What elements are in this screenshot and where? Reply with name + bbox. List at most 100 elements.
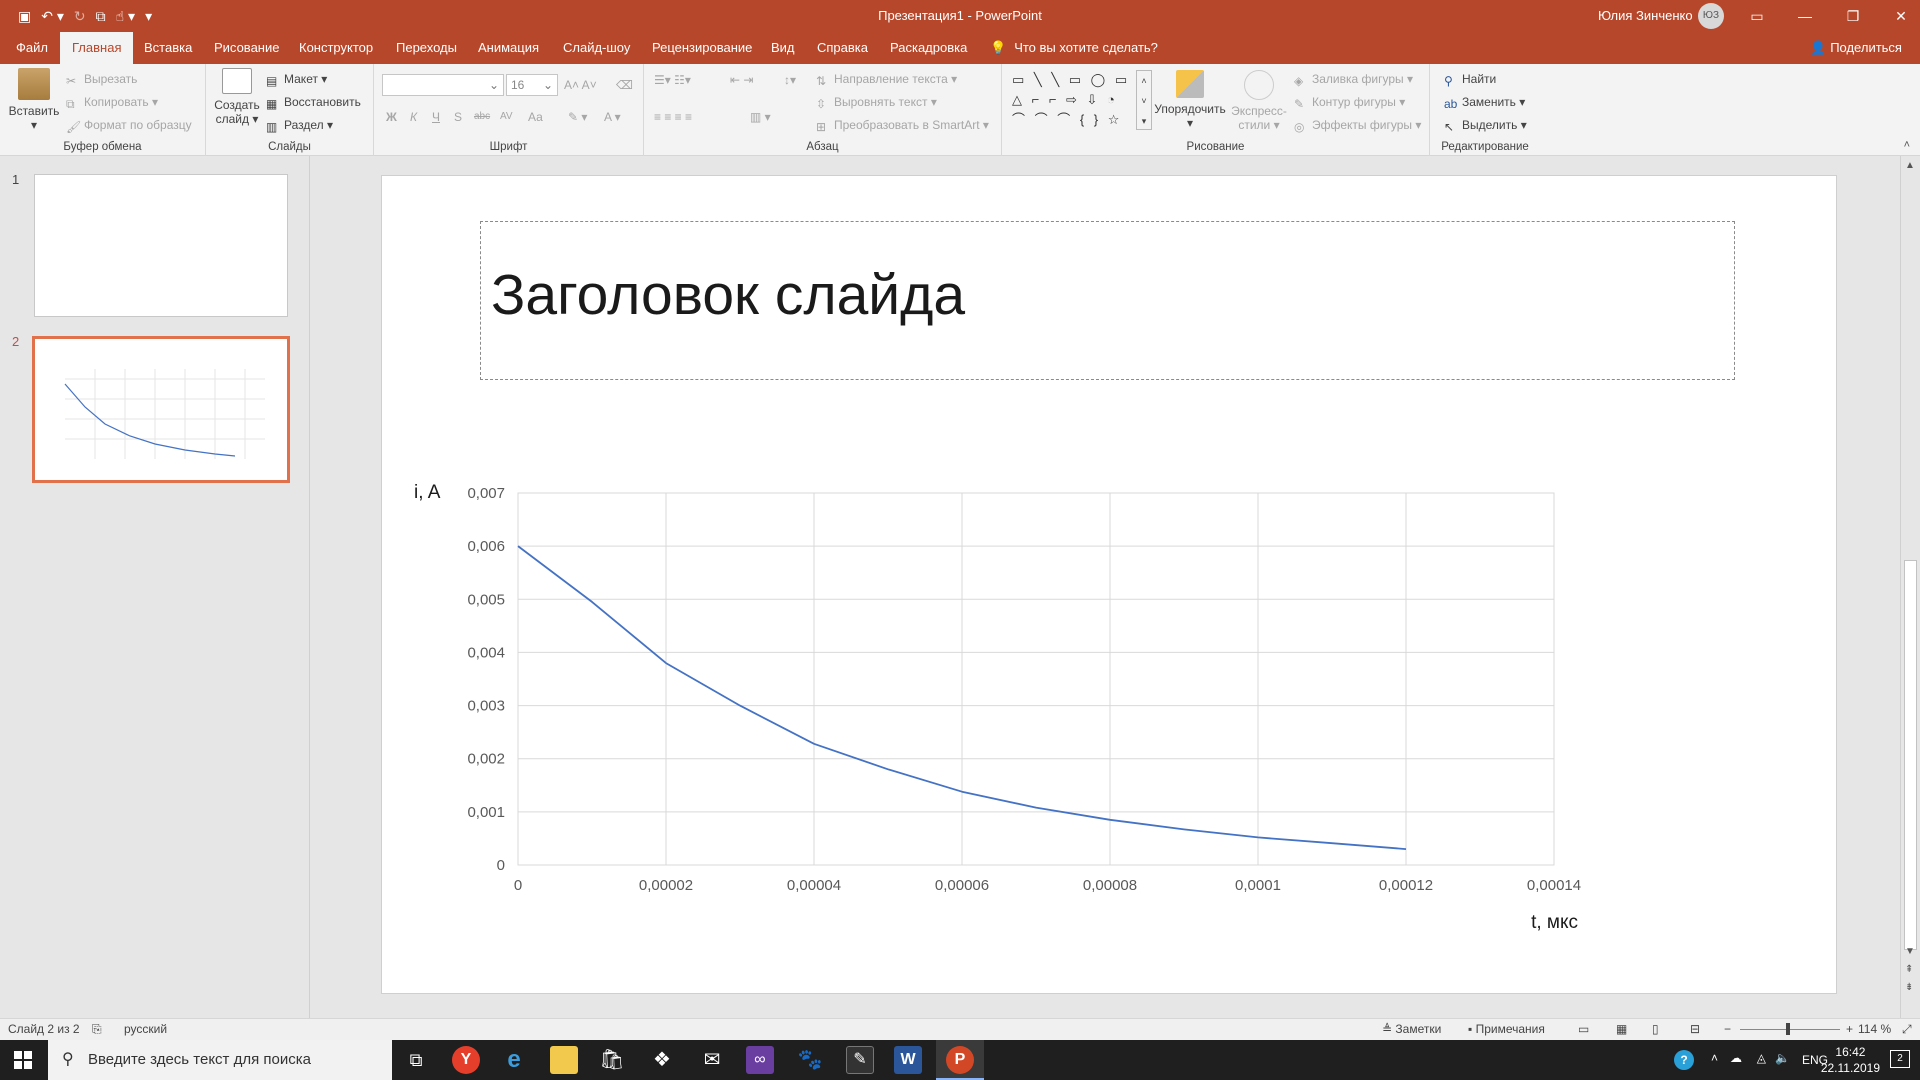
- zoom-in-icon[interactable]: +: [1846, 1022, 1853, 1036]
- reading-view-icon[interactable]: ▯: [1652, 1022, 1659, 1036]
- mail-icon[interactable]: ✉: [698, 1046, 726, 1074]
- align-text-button[interactable]: ⇳ Выровнять текст ▾: [816, 92, 937, 112]
- notepad-icon[interactable]: ✎: [846, 1046, 874, 1074]
- shapes-gallery-more-icon[interactable]: ˄ ˅ ▾: [1136, 70, 1152, 130]
- visual-studio-icon[interactable]: ∞: [746, 1046, 774, 1074]
- scroll-up-icon[interactable]: ▲: [1905, 160, 1915, 171]
- tab-view[interactable]: Вид: [759, 32, 807, 64]
- vertical-scrollbar[interactable]: ▲ ▼ ⇞ ⇟: [1900, 156, 1920, 1018]
- text-direction-button[interactable]: ⇅ Направление текста ▾: [816, 69, 957, 89]
- volume-icon[interactable]: 🔈: [1775, 1051, 1790, 1065]
- layout-button[interactable]: ▤ Макет ▾: [266, 69, 327, 89]
- tab-design[interactable]: Конструктор: [287, 32, 385, 64]
- strikethrough-button[interactable]: abc: [474, 107, 490, 127]
- smartart-button[interactable]: ⊞ Преобразовать в SmartArt ▾: [816, 115, 989, 135]
- tell-me-search[interactable]: 💡 Что вы хотите сделать?: [990, 32, 1158, 64]
- tab-slideshow[interactable]: Слайд-шоу: [551, 32, 642, 64]
- paste-button[interactable]: Вставить ▾: [8, 68, 60, 132]
- share-button[interactable]: 👤 Поделиться: [1810, 32, 1902, 64]
- maximize-button[interactable]: ❐: [1838, 4, 1868, 28]
- slide-canvas[interactable]: Заголовок слайда 0 0,001 0,002 0,003 0,004 0,…: [381, 175, 1837, 994]
- tab-help[interactable]: Справка: [805, 32, 880, 64]
- taskbar-search-box[interactable]: ⚲ Введите здесь текст для поиска: [48, 1040, 392, 1080]
- tab-insert[interactable]: Вставка: [132, 32, 204, 64]
- slide-title[interactable]: Заголовок слайда: [491, 262, 965, 328]
- italic-button[interactable]: К: [410, 107, 417, 127]
- shape-outline-button[interactable]: ✎ Контур фигуры ▾: [1294, 92, 1405, 112]
- powerpoint-taskbar-button[interactable]: P: [936, 1040, 984, 1080]
- cloud-icon[interactable]: ☁: [1730, 1051, 1742, 1065]
- slide-thumbnail-1[interactable]: [34, 174, 288, 317]
- font-color-icon[interactable]: A ▾: [604, 107, 621, 127]
- scroll-thumb[interactable]: [1904, 560, 1917, 950]
- reset-button[interactable]: ▦ Восстановить: [266, 92, 361, 112]
- arrange-button[interactable]: Упорядочить ▾: [1152, 70, 1228, 130]
- section-button[interactable]: ▥ Раздел ▾: [266, 115, 333, 135]
- bold-button[interactable]: Ж: [386, 107, 397, 127]
- copy-button[interactable]: ⧉ Копировать ▾: [66, 92, 158, 112]
- slideshow-icon[interactable]: ⊟: [1690, 1022, 1700, 1036]
- tab-review[interactable]: Рецензирование: [640, 32, 764, 64]
- shape-fill-button[interactable]: ◈ Заливка фигуры ▾: [1294, 69, 1413, 89]
- grow-font-icon[interactable]: A˄ A˅: [564, 75, 597, 95]
- clock[interactable]: 16:42 22.11.2019: [1821, 1044, 1880, 1076]
- char-spacing-button[interactable]: AV: [500, 107, 513, 127]
- minimize-button[interactable]: —: [1790, 4, 1820, 28]
- align-icon[interactable]: ≡ ≡ ≡ ≡: [654, 107, 692, 127]
- paw-app-icon[interactable]: 🐾: [796, 1046, 824, 1074]
- underline-button[interactable]: Ч: [432, 107, 440, 127]
- tab-file[interactable]: Файл: [4, 32, 60, 64]
- tab-draw[interactable]: Рисование: [202, 32, 291, 64]
- zoom-slider-thumb[interactable]: [1786, 1023, 1790, 1035]
- indent-icon[interactable]: ⇤ ⇥: [730, 70, 753, 90]
- network-icon[interactable]: ◬: [1757, 1051, 1766, 1065]
- highlight-icon[interactable]: ✎ ▾: [568, 107, 587, 127]
- format-painter-button[interactable]: 🖌 Формат по образцу: [66, 115, 192, 135]
- user-name[interactable]: Юлия Зинченко: [1598, 8, 1693, 23]
- columns-icon[interactable]: ▥ ▾: [750, 107, 771, 127]
- normal-view-icon[interactable]: ▭: [1578, 1022, 1589, 1036]
- shadow-button[interactable]: S: [454, 107, 462, 127]
- slide-thumbnail-2[interactable]: [32, 336, 290, 483]
- avatar[interactable]: ЮЗ: [1698, 3, 1724, 29]
- help-icon[interactable]: ?: [1674, 1050, 1694, 1070]
- task-view-icon[interactable]: ⧉: [402, 1046, 430, 1074]
- notifications-icon[interactable]: 2: [1890, 1050, 1910, 1068]
- store-icon[interactable]: 🛍: [598, 1046, 626, 1074]
- clear-formatting-icon[interactable]: ⌫: [616, 75, 633, 95]
- line-spacing-icon[interactable]: ↕▾: [784, 70, 796, 90]
- tab-transitions[interactable]: Переходы: [384, 32, 469, 64]
- comments-button[interactable]: ▪ Примечания: [1468, 1022, 1545, 1036]
- shapes-gallery[interactable]: ▭ ╲ ╲ ▭ ◯ ▭ △ ⌐ ⌐ ⇨ ⇩ ◔ ⌒ ⌒ ⌒ { } ☆: [1012, 70, 1152, 134]
- edge-icon[interactable]: e: [500, 1046, 528, 1074]
- bullets-icon[interactable]: ☰▾ ☷▾: [654, 70, 691, 90]
- cut-button[interactable]: ✂ Вырезать: [66, 69, 137, 89]
- word-icon[interactable]: W: [894, 1046, 922, 1074]
- file-explorer-icon[interactable]: [550, 1046, 578, 1074]
- spelling-icon[interactable]: ⎘: [92, 1022, 102, 1037]
- replace-button[interactable]: ab Заменить ▾: [1444, 92, 1525, 112]
- title-placeholder[interactable]: Заголовок слайда: [480, 221, 1735, 380]
- font-name-dropdown[interactable]: ⌄: [382, 74, 504, 96]
- next-slide-icon[interactable]: ⇟: [1905, 982, 1913, 993]
- find-button[interactable]: ⚲ Найти: [1444, 69, 1496, 89]
- change-case-button[interactable]: Аа: [528, 107, 543, 127]
- tab-animations[interactable]: Анимация: [466, 32, 551, 64]
- windows-start-icon[interactable]: [14, 1051, 32, 1069]
- font-size-dropdown[interactable]: 16 ⌄: [506, 74, 558, 96]
- language-indicator[interactable]: русский: [124, 1022, 167, 1036]
- new-slide-button[interactable]: Создать слайд ▾: [212, 68, 262, 126]
- notes-button[interactable]: ≜ Заметки: [1382, 1022, 1441, 1036]
- ribbon-display-options-icon[interactable]: ▭: [1742, 4, 1772, 28]
- previous-slide-icon[interactable]: ⇞: [1905, 964, 1913, 975]
- yandex-browser-icon[interactable]: Y: [452, 1046, 480, 1074]
- tab-storyboard[interactable]: Раскадровка: [878, 32, 979, 64]
- close-button[interactable]: ✕: [1886, 4, 1916, 28]
- slide-sorter-icon[interactable]: ▦: [1616, 1022, 1627, 1036]
- scroll-down-icon[interactable]: ▼: [1905, 946, 1915, 957]
- fit-slide-icon[interactable]: ⤢: [1902, 1022, 1912, 1037]
- chevron-up-icon[interactable]: ˄: [1711, 1051, 1718, 1065]
- quick-styles-button[interactable]: Экспресс-стили ▾: [1226, 70, 1292, 132]
- zoom-slider[interactable]: [1740, 1023, 1840, 1035]
- zoom-out-icon[interactable]: −: [1724, 1022, 1731, 1036]
